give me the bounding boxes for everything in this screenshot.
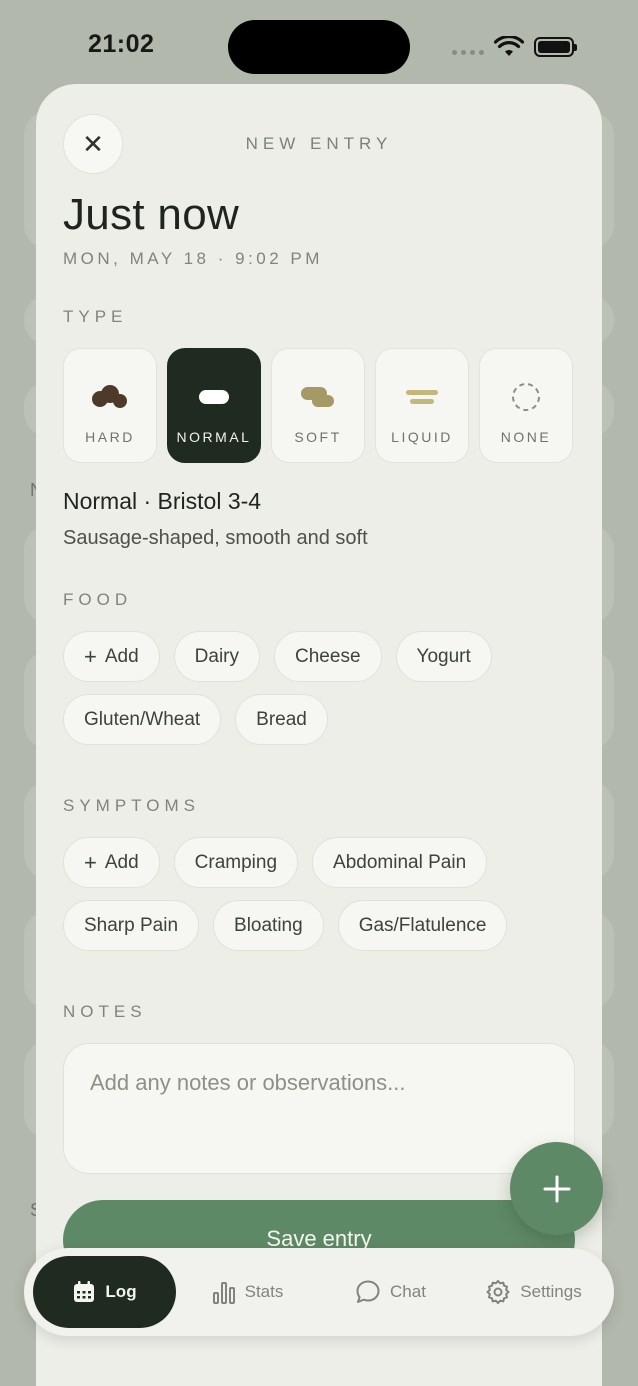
type-option-label: LIQUID [391, 429, 453, 445]
type-option-label: SOFT [294, 429, 342, 445]
type-option-label: NORMAL [176, 429, 252, 445]
bar-chart-icon [212, 1282, 235, 1304]
tab-stats-label: Stats [244, 1282, 284, 1301]
food-chip[interactable]: Gluten/Wheat [63, 694, 222, 745]
dynamic-island [228, 20, 410, 74]
gear-icon [486, 1280, 510, 1304]
calendar-icon [74, 1281, 95, 1302]
tab-log[interactable]: Log [33, 1256, 176, 1328]
tab-bar: Log Stats Chat Settings [24, 1248, 614, 1336]
none-dashed-circle-icon [510, 377, 542, 417]
food-chip[interactable]: Bread [235, 694, 328, 745]
type-option-label: NONE [500, 429, 552, 445]
tab-settings-label: Settings [520, 1282, 582, 1301]
soft-stool-icon [300, 377, 336, 417]
food-chip[interactable]: Cheese [274, 631, 382, 682]
status-time: 21:02 [88, 30, 155, 58]
add-entry-fab[interactable] [510, 1142, 603, 1235]
sheet-title: NEW ENTRY [245, 134, 393, 153]
food-section-label: FOOD [63, 590, 133, 609]
battery-icon [534, 37, 577, 57]
chat-bubble-icon [356, 1280, 380, 1303]
plus-icon: + [84, 849, 97, 875]
tab-settings[interactable]: Settings [462, 1256, 605, 1328]
type-option-normal[interactable]: NORMAL [167, 348, 261, 463]
symptom-chip[interactable]: Abdominal Pain [312, 837, 488, 888]
liquid-stool-icon [405, 377, 439, 417]
symptom-chips: + Add Cramping Abdominal Pain Sharp Pain … [63, 837, 583, 951]
food-chip[interactable]: Dairy [173, 631, 261, 682]
entry-time-headline: Just now [63, 190, 240, 239]
tab-log-label: Log [105, 1282, 137, 1301]
notes-input[interactable] [63, 1043, 575, 1174]
add-food-button[interactable]: + Add [63, 631, 160, 682]
type-option-soft[interactable]: SOFT [271, 348, 365, 463]
symptom-chip[interactable]: Sharp Pain [63, 900, 200, 951]
tab-stats[interactable]: Stats [176, 1256, 319, 1328]
add-symptom-button[interactable]: + Add [63, 837, 160, 888]
type-option-liquid[interactable]: LIQUID [375, 348, 469, 463]
selected-type-name: Normal · Bristol 3-4 [63, 488, 262, 514]
tab-chat-label: Chat [390, 1282, 426, 1301]
food-chips: + Add Dairy Cheese Yogurt Gluten/Wheat Br… [63, 631, 583, 745]
selected-type-description: Sausage-shaped, smooth and soft [63, 527, 368, 549]
symptom-chip[interactable]: Gas/Flatulence [337, 900, 508, 951]
symptoms-section-label: SYMPTOMS [63, 796, 200, 815]
hard-stool-icon [90, 377, 130, 417]
type-section-label: TYPE [63, 307, 128, 326]
symptom-chip[interactable]: Bloating [213, 900, 324, 951]
normal-stool-icon [198, 377, 230, 417]
tab-chat[interactable]: Chat [319, 1256, 462, 1328]
cellular-signal-icon [452, 50, 484, 55]
type-options: HARD NORMAL SOFT LIQUID NONE [63, 348, 573, 463]
type-option-label: HARD [85, 429, 135, 445]
food-chip[interactable]: Yogurt [395, 631, 492, 682]
plus-icon: + [84, 643, 97, 669]
add-symptom-label: Add [104, 851, 139, 873]
type-option-none[interactable]: NONE [479, 348, 573, 463]
wifi-icon [494, 36, 524, 56]
entry-datetime: MON, MAY 18 · 9:02 PM [63, 249, 323, 268]
notes-section-label: NOTES [63, 1002, 147, 1021]
add-food-label: Add [104, 645, 139, 667]
status-bar: 21:02 [0, 0, 638, 90]
type-option-hard[interactable]: HARD [63, 348, 157, 463]
plus-icon [543, 1175, 570, 1202]
symptom-chip[interactable]: Cramping [173, 837, 299, 888]
